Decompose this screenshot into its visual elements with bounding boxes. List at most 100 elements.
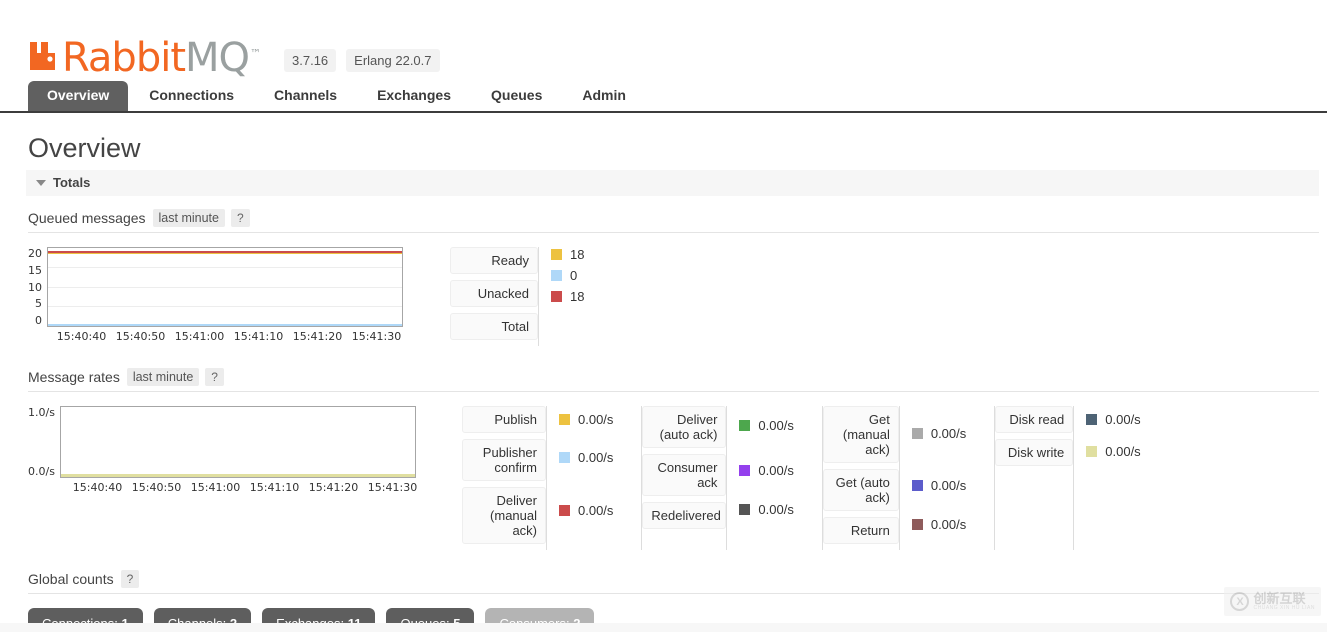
legend-label-get-auto-ack[interactable]: Get (auto ack) <box>822 469 899 511</box>
legend-label-disk-write[interactable]: Disk write <box>995 439 1074 466</box>
legend-label-ready[interactable]: Ready <box>450 247 538 274</box>
tab-overview[interactable]: Overview <box>28 81 129 111</box>
global-counts-help-icon[interactable]: ? <box>120 570 140 588</box>
legend-value-publish: 0.00/s <box>547 406 613 432</box>
legend-column: Ready Unacked Total 18 0 18 <box>450 247 584 346</box>
watermark-circle-x-icon: X <box>1230 592 1250 611</box>
rates-y-axis: 1.0/s 0.0/s <box>28 406 60 478</box>
legend-value-get-auto-ack: 0.00/s <box>900 466 966 505</box>
legend-value-text: 0.00/s <box>1105 411 1141 427</box>
color-swatch-deliver-manual-ack <box>559 504 570 516</box>
legend-value-deliver-auto-ack: 0.00/s <box>727 406 794 445</box>
queued-messages-help-icon[interactable]: ? <box>230 209 250 227</box>
legend-label-unacked[interactable]: Unacked <box>450 280 538 307</box>
message-rates-header: Message rates last minute ? <box>28 368 1319 392</box>
color-swatch-disk-read <box>1086 413 1098 425</box>
legend-value-text: 0.00/s <box>930 478 967 493</box>
legend-value-text: 0.00/s <box>578 411 614 427</box>
tab-admin[interactable]: Admin <box>563 81 645 111</box>
page-header: RabbitMQ™ 3.7.16 Erlang 22.0.7 <box>0 0 1327 78</box>
queued-messages-plot <box>47 247 403 327</box>
series-ready <box>48 253 402 254</box>
y-tick: 15 <box>28 263 42 277</box>
message-rates-row: 1.0/s 0.0/s 15:40:40 15:40:50 15:41:00 1… <box>0 392 1327 550</box>
color-swatch-disk-write <box>1086 445 1098 457</box>
color-swatch-publish <box>559 413 570 425</box>
tab-exchanges[interactable]: Exchanges <box>358 81 470 111</box>
message-rates-chart: 1.0/s 0.0/s 15:40:40 15:40:50 15:41:00 1… <box>28 406 424 494</box>
x-tick: 15:40:50 <box>115 330 166 343</box>
x-tick: 15:41:10 <box>233 330 284 343</box>
legend-value-disk-read: 0.00/s <box>1074 406 1141 432</box>
x-tick: 15:41:20 <box>292 330 343 343</box>
rabbitmq-logo[interactable]: RabbitMQ™ <box>28 34 261 81</box>
legend-value-publisher-confirm: 0.00/s <box>547 438 613 477</box>
legend-value-redelivered: 0.00/s <box>727 496 794 522</box>
legend-value-consumer-ack: 0.00/s <box>727 451 794 490</box>
legend-label-publisher-confirm[interactable]: Publisher confirm <box>462 439 546 481</box>
tab-channels[interactable]: Channels <box>255 81 356 111</box>
legend-value-get-manual-ack: 0.00/s <box>900 406 966 460</box>
legend-label-return[interactable]: Return <box>822 517 899 544</box>
global-counts-title: Global counts <box>28 571 114 587</box>
legend-value-total: 18 <box>539 289 584 304</box>
legend-label-disk-read[interactable]: Disk read <box>995 406 1074 433</box>
legend-value-text: 0.00/s <box>930 425 967 441</box>
legend-value-text: 18 <box>570 289 585 304</box>
queued-x-axis: 15:40:40 15:40:50 15:41:00 15:41:10 15:4… <box>52 330 408 343</box>
tab-queues[interactable]: Queues <box>472 81 561 111</box>
message-rates-help-icon[interactable]: ? <box>205 368 224 386</box>
color-swatch-consumer-ack <box>739 465 751 476</box>
x-tick: 15:40:40 <box>72 481 123 494</box>
page-title: Overview <box>28 133 141 163</box>
watermark-logo: X 创新互联 CHUANG XIN HU LIAN <box>1224 587 1321 616</box>
legend-label-get-manual-ack[interactable]: Get (manual ack) <box>822 406 899 463</box>
y-tick: 1.0/s <box>28 406 55 419</box>
tab-connections[interactable]: Connections <box>130 81 253 111</box>
color-swatch-deliver-auto-ack <box>739 420 751 431</box>
y-tick: 0 <box>35 314 42 327</box>
legend-value-disk-write: 0.00/s <box>1074 438 1141 464</box>
legend-label-total[interactable]: Total <box>450 313 538 340</box>
x-tick: 15:41:00 <box>190 481 241 494</box>
queued-messages-header: Queued messages last minute ? <box>28 209 1319 233</box>
queued-messages-title: Queued messages <box>28 210 146 226</box>
x-tick: 15:40:40 <box>56 330 107 343</box>
legend-value-text: 0 <box>570 268 578 283</box>
y-tick: 5 <box>35 297 42 311</box>
legend-label-publish[interactable]: Publish <box>462 406 546 433</box>
erlang-version-badge: Erlang 22.0.7 <box>346 49 440 72</box>
legend-label-deliver-manual-ack[interactable]: Deliver (manual ack) <box>462 487 546 544</box>
color-swatch-total <box>551 291 562 302</box>
legend-value-text: 0.00/s <box>930 516 967 532</box>
legend-label-deliver-auto-ack[interactable]: Deliver (auto ack) <box>642 406 727 448</box>
watermark-mark: X <box>1236 595 1244 608</box>
legend-value-unacked: 0 <box>539 268 584 283</box>
message-rates-plot <box>59 406 416 478</box>
message-rates-title: Message rates <box>28 369 120 385</box>
x-tick: 15:41:10 <box>249 481 300 494</box>
series-unacked <box>48 324 402 326</box>
queued-messages-period[interactable]: last minute <box>152 209 225 227</box>
rates-x-axis: 15:40:40 15:40:50 15:41:00 15:41:10 15:4… <box>68 481 424 494</box>
x-tick: 15:41:00 <box>174 330 225 343</box>
logo-text-rabbit: Rabbit <box>62 35 186 81</box>
legend-value-text: 0.00/s <box>758 501 794 517</box>
queued-messages-row: 20 15 10 5 0 15:40:40 15:40:50 15:41:00 … <box>0 233 1327 346</box>
queued-y-axis: 20 15 10 5 0 <box>28 247 47 327</box>
legend-value-text: 0.00/s <box>1105 443 1141 459</box>
legend-value-text: 18 <box>570 247 585 262</box>
legend-value-text: 0.00/s <box>758 463 794 478</box>
totals-section-header[interactable]: Totals <box>26 170 1319 196</box>
legend-value-text: 0.00/s <box>578 450 614 465</box>
legend-label-consumer-ack[interactable]: Consumer ack <box>642 454 727 496</box>
color-swatch-ready <box>551 249 562 260</box>
message-rates-period[interactable]: last minute <box>126 368 200 386</box>
x-tick: 15:41:20 <box>308 481 359 494</box>
legend-label-redelivered[interactable]: Redelivered <box>642 502 727 529</box>
color-swatch-get-auto-ack <box>911 480 923 491</box>
message-rates-legend: Publish Publisher confirm Deliver (manua… <box>462 406 1141 550</box>
logo-text-mq: MQ <box>185 35 250 81</box>
y-tick: 0.0/s <box>28 465 55 478</box>
legend-column-3: Get (manual ack) Get (auto ack) Return 0… <box>821 406 967 550</box>
